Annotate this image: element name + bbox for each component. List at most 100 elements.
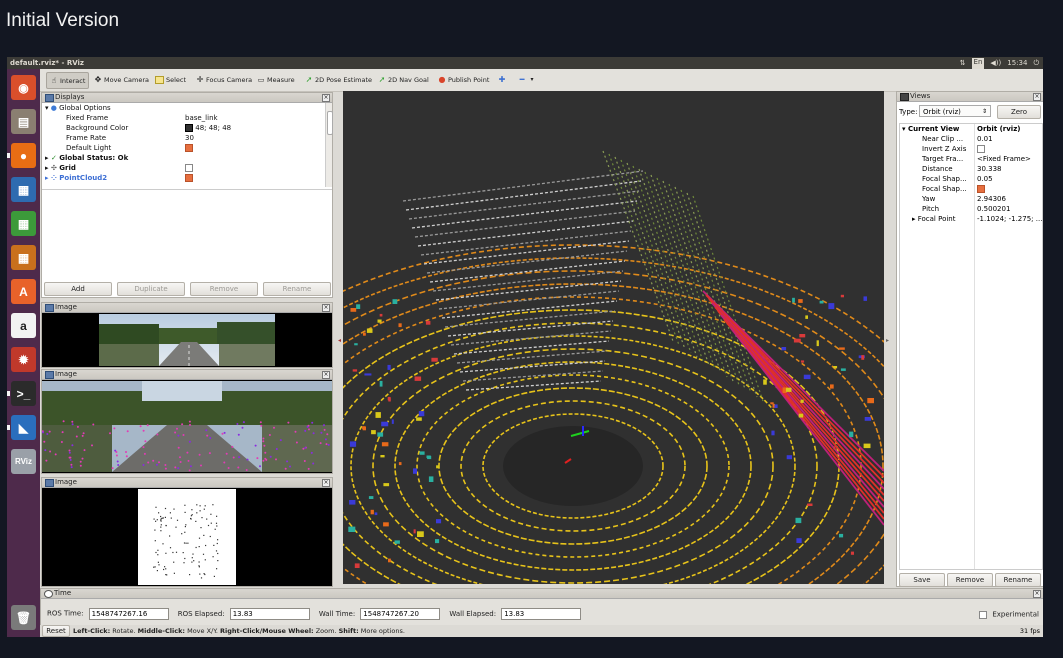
add-tool-button[interactable]: ✚ xyxy=(498,72,506,87)
frame-rate-value[interactable]: 30 xyxy=(185,133,194,143)
collapse-left-arrow-icon[interactable]: ◂ xyxy=(338,337,342,344)
view-prop-value[interactable]: <Fixed Frame> xyxy=(977,155,1031,163)
interact-tool-button[interactable]: ☝ Interact xyxy=(46,72,90,89)
experimental-checkbox[interactable] xyxy=(979,610,988,619)
depth-point xyxy=(203,573,205,575)
view-prop-value[interactable]: 0.01 xyxy=(977,135,993,143)
close-icon[interactable]: × xyxy=(1033,590,1041,598)
checkbox-checked[interactable] xyxy=(185,174,193,182)
amazon-icon[interactable]: a xyxy=(11,313,36,338)
measure-tool-button[interactable]: ▭ Measure xyxy=(257,72,295,87)
close-icon[interactable]: × xyxy=(322,94,330,102)
ros-elapsed-field[interactable]: 13.83 xyxy=(229,607,310,620)
view-prop-value[interactable]: 0.05 xyxy=(977,175,993,183)
close-icon[interactable]: × xyxy=(322,304,330,312)
pointcloud-render[interactable] xyxy=(343,91,884,584)
focus-camera-tool-button[interactable]: ✛ Focus Camera xyxy=(196,72,253,87)
nav-goal-tool-button[interactable]: ➚ 2D Nav Goal xyxy=(378,72,429,87)
point-blob xyxy=(793,338,801,343)
impress-icon[interactable]: ▦ xyxy=(11,245,36,270)
close-icon[interactable]: × xyxy=(322,479,330,487)
depth-point xyxy=(158,512,160,514)
duplicate-display-button[interactable]: Duplicate xyxy=(117,282,185,296)
select-tool-button[interactable]: Select xyxy=(155,72,186,87)
power-icon[interactable]: ⏻ xyxy=(1033,57,1039,69)
wall-elapsed-field[interactable]: 13.83 xyxy=(501,607,582,620)
rename-display-button[interactable]: Rename xyxy=(263,282,331,296)
expand-arrow-icon[interactable]: ▸ xyxy=(45,174,49,182)
expand-arrow-icon[interactable]: ▸ xyxy=(45,154,49,162)
expand-arrow-icon[interactable]: ▸ xyxy=(45,164,49,172)
fixed-frame-value[interactable]: base_link xyxy=(185,113,218,123)
current-view-row[interactable]: ▾ Current View xyxy=(902,125,959,133)
checkbox-checked[interactable] xyxy=(185,144,193,152)
ros-time-field[interactable]: 1548747267.16 xyxy=(88,607,169,620)
depth-point xyxy=(157,554,159,556)
zero-view-button[interactable]: Zero xyxy=(997,105,1041,119)
displays-scrollbar[interactable] xyxy=(325,103,333,187)
files-icon[interactable]: ▤ xyxy=(11,109,36,134)
view-prop-value[interactable]: 30.338 xyxy=(977,165,1002,173)
tree-item-global-options[interactable]: ▾ ● Global Options xyxy=(45,103,111,113)
expand-arrow-icon[interactable]: ▾ xyxy=(902,125,906,133)
render-3d-view[interactable] xyxy=(343,91,884,584)
tree-item-pointcloud2[interactable]: ▸ ⁘ PointCloud2 xyxy=(45,173,107,183)
slide-title: Initial Version xyxy=(6,10,120,31)
collapse-right-arrow-icon[interactable]: ▸ xyxy=(886,337,890,344)
settings-icon[interactable]: ✹ xyxy=(11,347,36,372)
vscode-icon[interactable]: ◣ xyxy=(11,415,36,440)
keyboard-layout-indicator[interactable]: En xyxy=(971,58,985,69)
add-display-button[interactable]: Add xyxy=(44,282,112,296)
remove-view-button[interactable]: Remove xyxy=(947,573,993,587)
remove-tool-button[interactable]: ━ ▾ xyxy=(518,72,536,87)
volume-icon[interactable]: ◀)) xyxy=(990,57,1001,69)
view-prop-value[interactable] xyxy=(977,185,985,193)
network-icon[interactable]: ⇅ xyxy=(960,57,966,69)
remove-display-button[interactable]: Remove xyxy=(190,282,258,296)
tree-item-global-status[interactable]: ▸ ✓ Global Status: Ok xyxy=(45,153,128,163)
trash-icon[interactable]: 🗑 xyxy=(11,605,36,630)
close-icon[interactable]: × xyxy=(1033,93,1041,101)
point-blob xyxy=(807,503,813,506)
grid-checkbox[interactable] xyxy=(185,163,193,173)
writer-icon[interactable]: ▦ xyxy=(11,177,36,202)
depth-point xyxy=(212,504,214,506)
pointcloud-checkbox[interactable] xyxy=(185,173,193,183)
wall-time-field[interactable]: 1548747267.20 xyxy=(360,607,441,620)
close-icon[interactable]: × xyxy=(322,371,330,379)
view-prop-value[interactable]: 2.94306 xyxy=(977,195,1006,203)
scrollbar-thumb[interactable] xyxy=(327,111,333,135)
background-color-value[interactable]: 48; 48; 48 xyxy=(185,123,231,133)
rviz-icon[interactable]: RViz xyxy=(11,449,36,474)
pose-estimate-tool-button[interactable]: ➚ 2D Pose Estimate xyxy=(305,72,372,87)
calc-icon[interactable]: ▦ xyxy=(11,211,36,236)
point-blob xyxy=(371,430,376,435)
publish-point-tool-button[interactable]: ● Publish Point xyxy=(438,72,490,87)
ubuntu-dash-icon[interactable]: ◉ xyxy=(11,75,36,100)
reset-button[interactable]: Reset xyxy=(42,625,70,637)
expand-arrow-icon[interactable]: ▾ xyxy=(45,104,49,112)
terminal-icon[interactable]: >_ xyxy=(11,381,36,406)
default-light-checkbox[interactable] xyxy=(185,143,193,153)
tree-item-grid[interactable]: ▸ ✣ Grid xyxy=(45,163,76,173)
clock[interactable]: 15:34 xyxy=(1007,57,1027,69)
spinner-arrows-icon: ⇕ xyxy=(981,108,987,115)
firefox-icon[interactable]: ● xyxy=(11,143,36,168)
experimental-toggle[interactable]: Experimental xyxy=(979,604,1039,623)
checkbox-checked[interactable] xyxy=(977,185,985,193)
view-prop-value[interactable]: 0.500201 xyxy=(977,205,1010,213)
move-camera-tool-button[interactable]: ✥ Move Camera xyxy=(94,72,149,87)
focus-camera-icon: ✛ xyxy=(196,74,204,84)
software-center-icon[interactable]: A xyxy=(11,279,36,304)
point-blob xyxy=(800,399,804,403)
rename-view-button[interactable]: Rename xyxy=(995,573,1041,587)
checkbox-unchecked[interactable] xyxy=(185,164,193,172)
view-prop-label: ▸ Focal Point xyxy=(912,215,956,223)
view-prop-value[interactable]: -1.1024; -1.275; ... xyxy=(977,215,1042,223)
depth-point xyxy=(156,519,158,521)
save-view-button[interactable]: Save xyxy=(899,573,945,587)
checkbox-unchecked[interactable] xyxy=(977,145,985,153)
view-prop-value[interactable] xyxy=(977,145,985,153)
status-bar: Reset Left-Click: Rotate. Middle-Click: … xyxy=(40,625,1043,637)
view-type-select[interactable]: Orbit (rviz) ⇕ xyxy=(919,105,991,117)
